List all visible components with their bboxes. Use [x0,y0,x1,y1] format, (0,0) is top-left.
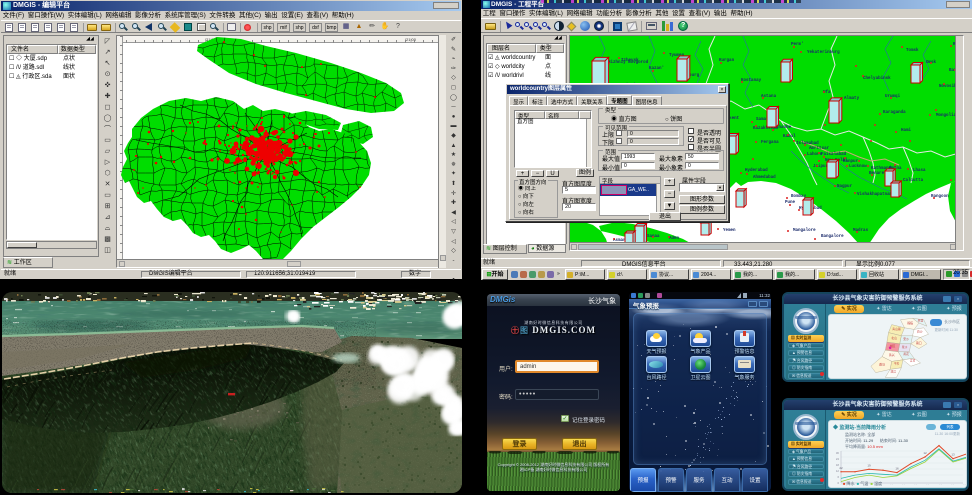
svg-text:Yemen: Yemen [723,229,736,233]
svg-text:Faisalabad: Faisalabad [821,152,847,157]
svg-text:10时: 10时 [887,484,893,485]
svg-text:北山: 北山 [891,336,897,340]
svg-text:福临: 福临 [907,321,913,325]
svg-text:15时: 15时 [948,484,954,485]
svg-text:Kanpur: Kanpur [843,160,859,164]
svg-text:13时: 13时 [923,484,929,485]
svg-text:Hyderabad: Hyderabad [745,168,768,173]
svg-text:安沙: 安沙 [903,337,909,341]
svg-text:开慧: 开慧 [918,318,924,322]
svg-text:Chelyabinsk: Chelyabinsk [863,76,891,81]
svg-text:16时: 16时 [960,484,966,485]
svg-text:6: 6 [837,475,839,479]
svg-text:Kabul: Kabul [783,134,796,139]
svg-text:13: 13 [951,453,955,457]
svg-text:Tomsk: Tomsk [906,48,919,53]
svg-text:Bangalore: Bangalore [821,234,844,239]
svg-text:11时: 11时 [899,484,905,485]
svg-text:黄兴: 黄兴 [889,353,895,357]
svg-text:Amritsar: Amritsar [809,146,830,151]
svg-text:Kostanay: Kostanay [741,79,762,83]
svg-text:Ahmedabad: Ahmedabad [753,175,776,180]
svg-text:青山铺: 青山铺 [892,327,901,331]
svg-text:Hami: Hami [901,128,912,133]
svg-text:Nagpur: Nagpur [837,185,853,189]
svg-text:干杉: 干杉 [894,362,900,366]
svg-text:Lhasa: Lhasa [913,168,926,173]
svg-text:12时: 12时 [911,484,917,485]
svg-text:14时: 14时 [936,484,942,485]
svg-text:Aden: Aden [669,236,680,241]
svg-text:12: 12 [923,451,927,455]
svg-text:Fergana: Fergana [761,141,779,145]
svg-text:Islamabad: Islamabad [796,141,819,146]
svg-text:30: 30 [836,451,840,455]
svg-text:江背: 江背 [910,358,916,362]
svg-text:Urumqi: Urumqi [885,94,901,99]
svg-text:Perm': Perm' [791,42,804,47]
svg-text:Jaipur: Jaipur [813,164,829,169]
svg-text:星沙: 星沙 [902,345,908,349]
svg-text:双江: 双江 [890,370,896,374]
svg-text:Kazan': Kazan' [649,66,664,71]
svg-text:12: 12 [836,469,840,473]
svg-text:跳马: 跳马 [879,362,885,366]
svg-text:Lucknow: Lucknow [849,164,867,169]
svg-text:Mangalore: Mangalore [793,228,816,233]
svg-text:16: 16 [895,467,899,471]
svg-text:Almaty: Almaty [844,96,860,101]
svg-text:Izhevsk: Izhevsk [621,58,639,63]
svg-text:Vishakhapatnam: Vishakhapatnam [857,192,893,197]
svg-text:22: 22 [839,466,843,470]
svg-text:Madras: Madras [853,228,869,233]
svg-text:Calcutta: Calcutta [903,178,924,183]
svg-text:路口: 路口 [916,341,922,345]
svg-text:白沙: 白沙 [917,330,923,334]
svg-text:黄花: 黄花 [903,352,909,356]
svg-text:19: 19 [867,463,871,467]
svg-text:Yekaterinburg: Yekaterinburg [807,50,840,55]
svg-text:Karaganda: Karaganda [883,110,906,115]
svg-text:Mongolia: Mongolia [936,113,957,118]
svg-text:18: 18 [836,463,840,467]
svg-text:24: 24 [836,457,840,461]
